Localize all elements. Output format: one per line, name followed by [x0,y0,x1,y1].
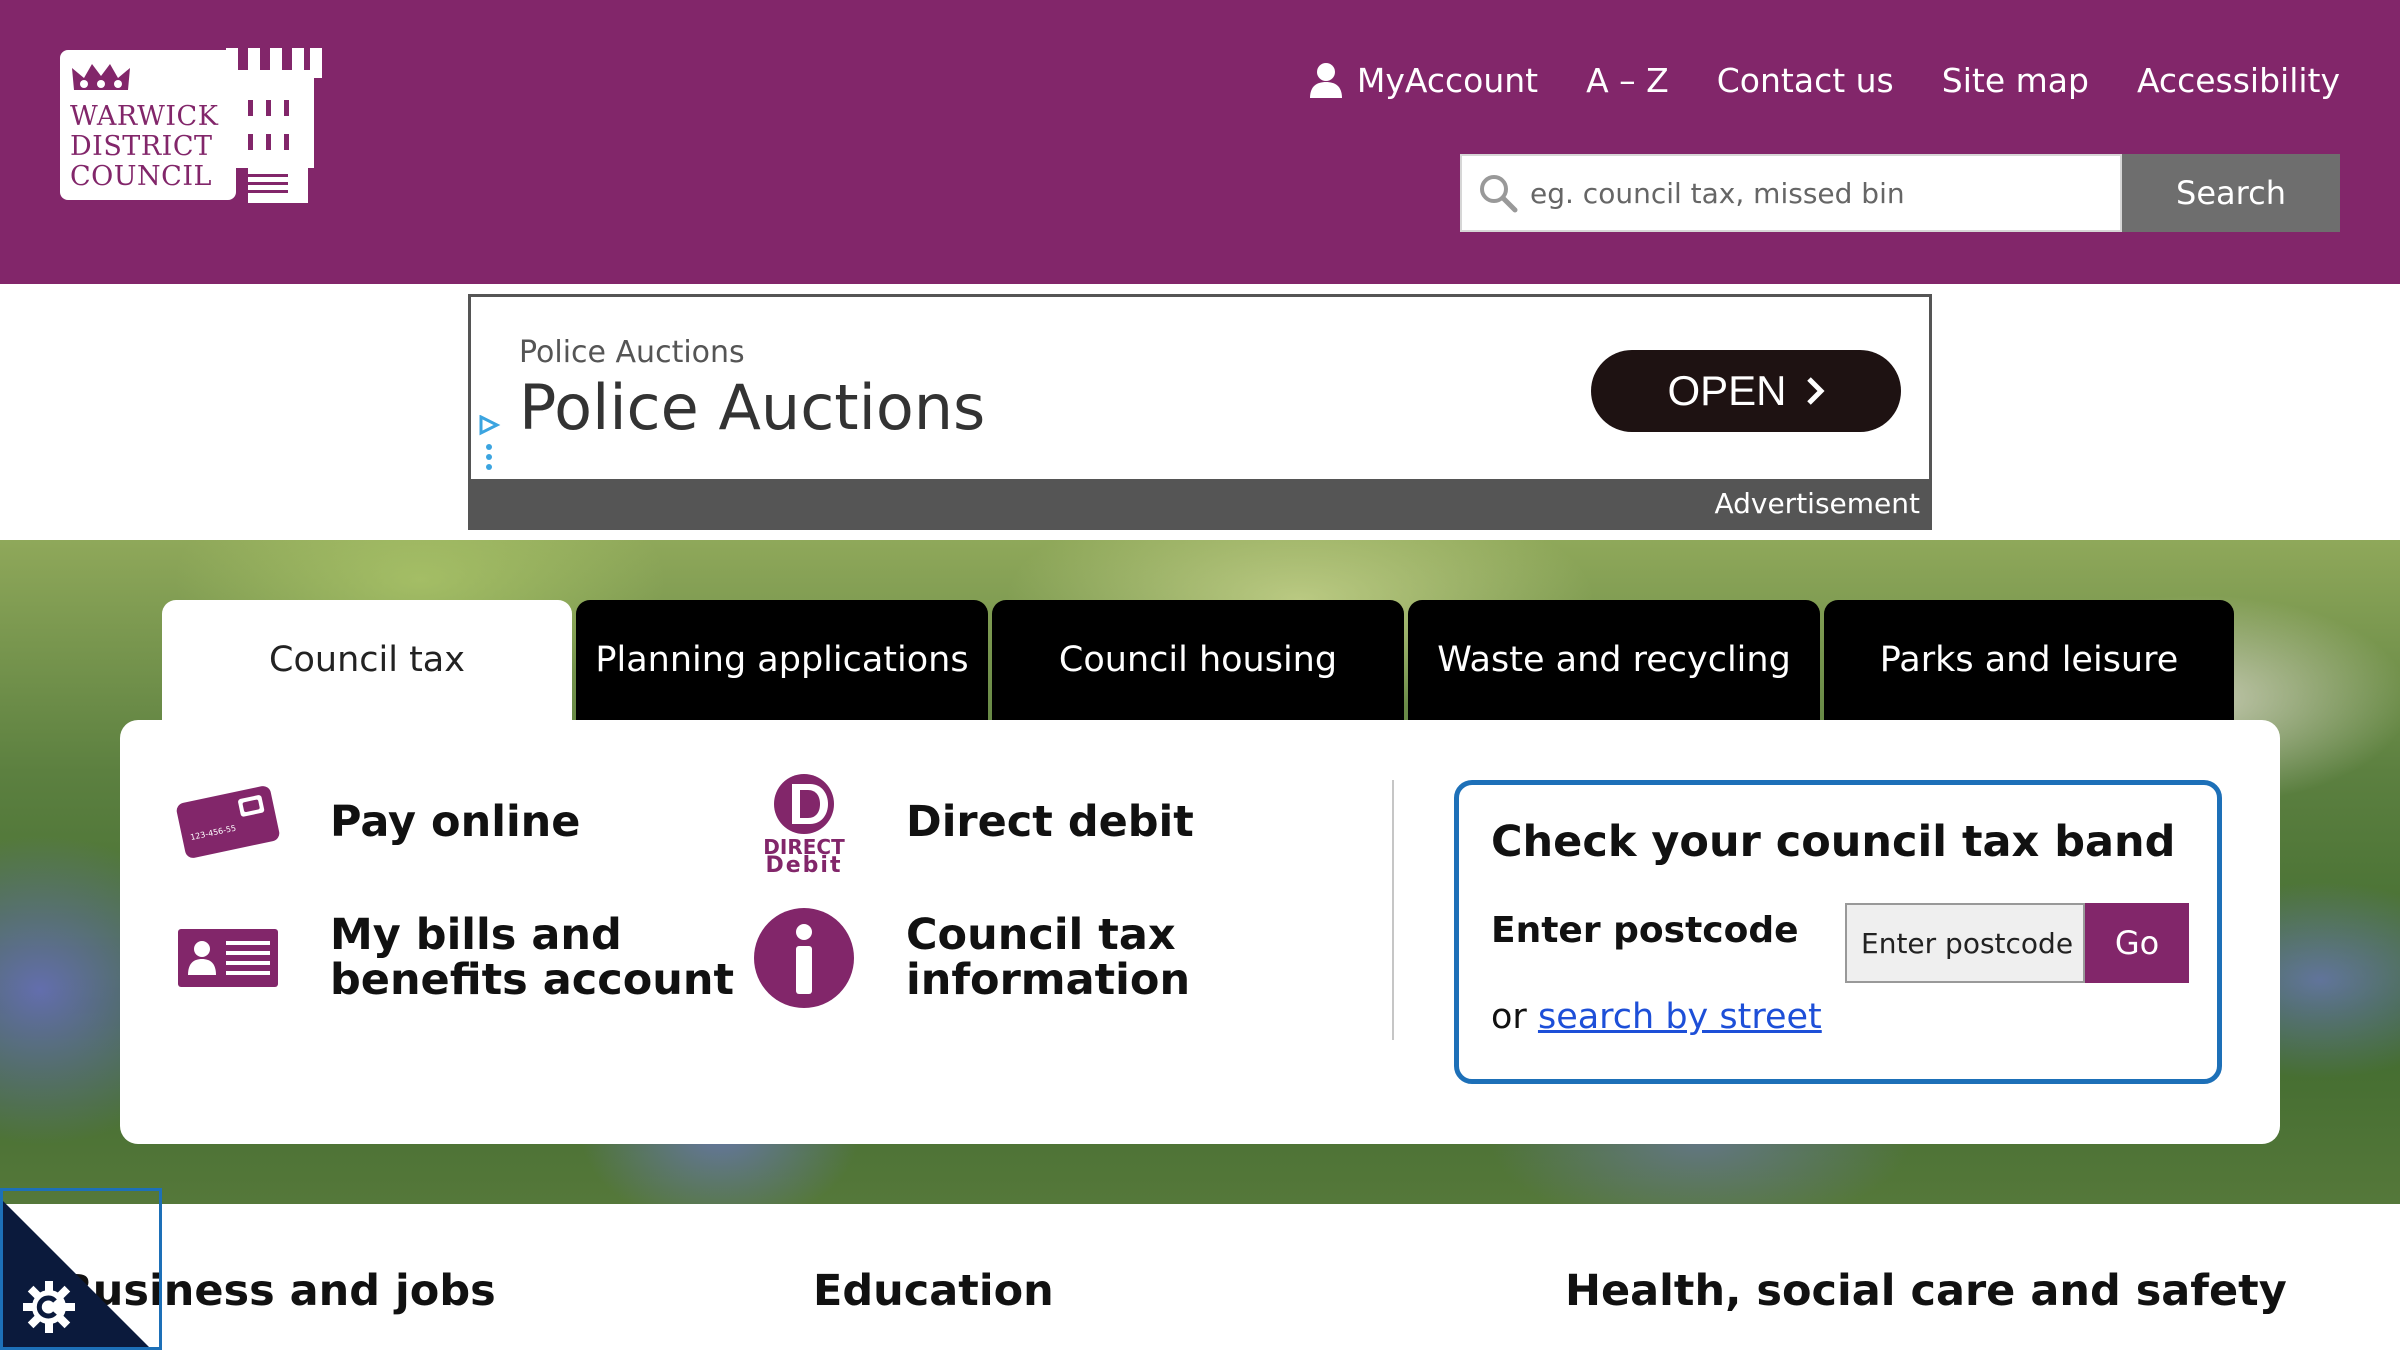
tab-waste-and-recycling[interactable]: Waste and recycling [1408,600,1820,720]
band-checker-title: Check your council tax band [1491,817,2176,867]
search-by-street-link[interactable]: search by street [1538,997,1822,1037]
adchoices-icon[interactable] [477,415,501,475]
nav-site-map[interactable]: Site map [1942,61,2089,100]
council-tax-information-label: Council tax information [906,913,1190,1003]
tab-council-housing[interactable]: Council housing [992,600,1404,720]
search-icon [1480,175,1518,213]
site-header: WARWICK DISTRICT COUNCIL MyAccount A – Z… [0,0,2400,284]
council-logo-link[interactable]: WARWICK DISTRICT COUNCIL [60,48,322,203]
logo-line-1: WARWICK [70,101,219,132]
direct-debit-label: Direct debit [906,796,1194,847]
nav-myaccount[interactable]: MyAccount [1309,61,1538,100]
nav-a-z[interactable]: A – Z [1586,61,1669,100]
nav-contact-us[interactable]: Contact us [1717,61,1894,100]
council-tax-information-link[interactable]: Council tax information [752,906,1190,1010]
ad-headline: Police Auctions [519,371,986,444]
service-categories: Business and jobs Education Health, soci… [0,1204,2400,1350]
bills-account-label-line-2: benefits account [330,955,735,1005]
direct-debit-logo-icon: DIRECT Debit [752,770,856,874]
ad-open-button[interactable]: OPEN [1591,350,1901,432]
cookie-settings-button[interactable] [0,1188,162,1350]
logo-wordmark: WARWICK DISTRICT COUNCIL [70,102,218,192]
council-tax-information-label-line-2: information [906,955,1191,1005]
utility-navigation: MyAccount A – Z Contact us Site map Acce… [1309,58,2340,102]
logo-badge: WARWICK DISTRICT COUNCIL [60,50,236,200]
search-input[interactable] [1530,176,2110,210]
service-health-social-care-and-safety[interactable]: Health, social care and safety [1565,1266,2287,1316]
search-button[interactable]: Search [2122,154,2340,232]
bills-account-link[interactable]: My bills and benefits account [176,906,734,1010]
bills-account-label: My bills and benefits account [330,913,734,1003]
crown-icon [72,64,130,90]
advertisement-label: Advertisement [1714,487,1920,520]
site-search: Search [1460,154,2340,232]
council-tax-panel: 123-456-55 Pay online DIRECT Debit Direc… [120,720,2280,1144]
search-by-street-text: or search by street [1491,997,1822,1037]
service-tabs: Council tax Planning applications Counci… [162,600,2238,720]
bills-account-label-line-1: My bills and [330,910,622,960]
tab-parks-and-leisure[interactable]: Parks and leisure [1824,600,2234,720]
ad-content[interactable]: Police Auctions Police Auctions OPEN [471,297,1929,479]
logo-line-3: COUNCIL [70,161,212,192]
tab-planning-applications[interactable]: Planning applications [576,600,988,720]
ad-brand: Police Auctions [519,335,745,370]
cookie-gear-icon [23,1281,75,1333]
direct-debit-link[interactable]: DIRECT Debit Direct debit [752,770,1194,874]
nav-myaccount-label: MyAccount [1356,60,1539,100]
info-icon [752,906,856,1010]
chevron-right-icon [1806,377,1825,405]
tab-council-tax[interactable]: Council tax [162,600,572,720]
hero-section: Council tax Planning applications Counci… [0,540,2400,1204]
nav-accessibility[interactable]: Accessibility [2137,61,2340,100]
id-card-icon [176,906,280,1010]
payment-card-icon: 123-456-55 [176,770,280,874]
or-text: or [1491,997,1527,1037]
postcode-go-button[interactable]: Go [2085,903,2189,983]
postcode-input[interactable] [1845,903,2085,983]
pay-online-label: Pay online [330,796,581,847]
search-field-wrapper [1460,154,2122,232]
dd-logo-text-2: Debit [766,853,843,874]
advertisement-banner: Police Auctions Police Auctions OPEN Adv… [468,294,1932,530]
service-education[interactable]: Education [813,1266,1054,1316]
castle-tower-icon [226,48,322,203]
postcode-label: Enter postcode [1491,910,1799,951]
council-tax-band-checker: Check your council tax band Enter postco… [1454,780,2222,1084]
pay-online-link[interactable]: 123-456-55 Pay online [176,770,580,874]
panel-divider [1392,780,1394,1040]
user-icon [1309,63,1342,98]
council-tax-information-label-line-1: Council tax [906,910,1176,960]
logo-line-2: DISTRICT [70,131,213,162]
ad-open-label: OPEN [1667,367,1787,414]
